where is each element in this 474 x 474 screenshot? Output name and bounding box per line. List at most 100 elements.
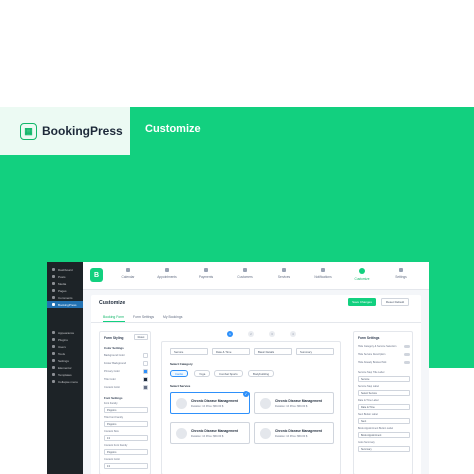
nav-payments[interactable]: Payments [189, 268, 223, 279]
styling-reset-button[interactable]: Reset [134, 334, 148, 340]
service-meta: Duration: 1h Price: $50.00 $ [191, 405, 224, 408]
step-tab-basic-details[interactable]: Basic Details [254, 348, 292, 355]
category-chip[interactable]: Cardio [170, 370, 189, 377]
gear-icon [399, 268, 403, 272]
service-meta: Duration: 1h Price: $50.00 $ [275, 405, 308, 408]
tab-my-bookings[interactable]: My Bookings [163, 315, 182, 319]
service-meta: Duration: 1h Price: $50.00 $ [275, 435, 308, 438]
bookingpress-logo-icon[interactable]: B [90, 268, 103, 282]
color-swatch[interactable] [143, 353, 148, 358]
services-icon [282, 268, 286, 272]
settings-input[interactable]: Next [358, 418, 410, 424]
settings-input[interactable]: Service [358, 376, 410, 382]
step-indicator[interactable]: 1 [227, 331, 233, 337]
content-color-select[interactable]: 13 [104, 463, 148, 469]
wp-menu-item[interactable]: Templates [47, 371, 83, 378]
content-size-select[interactable]: 13 [104, 435, 148, 441]
nav-appointments[interactable]: Appointments [150, 268, 184, 279]
wp-menu-item[interactable]: Tools [47, 350, 83, 357]
wp-menu-item[interactable]: Media [47, 280, 83, 287]
color-swatch[interactable] [143, 377, 148, 382]
wp-menu-item[interactable]: Pages [47, 287, 83, 294]
wp-menu-item[interactable]: Dashboard [47, 266, 83, 273]
service-name: Chronic Disease Management [191, 429, 238, 433]
calendar-icon [126, 268, 130, 272]
color-swatch[interactable] [143, 361, 148, 366]
service-name: Chronic Disease Management [191, 399, 238, 403]
wp-collapse-menu[interactable]: Collapse menu [47, 378, 83, 385]
brand-name: BookingPress [42, 124, 123, 138]
step-tab-service[interactable]: Service [170, 348, 208, 355]
hero-banner: ▦ BookingPress Customize Dashboard Posts… [0, 107, 474, 474]
toggle-switch[interactable] [404, 353, 410, 356]
nav-services[interactable]: Services [267, 268, 301, 279]
wp-menu-item[interactable]: Settings [47, 357, 83, 364]
wp-menu-item-bookingpress[interactable]: BookingPress [47, 301, 83, 308]
wp-menu-item[interactable]: Users [47, 343, 83, 350]
step-indicator[interactable]: 2 [248, 331, 254, 337]
color-swatch[interactable] [143, 369, 148, 374]
service-card[interactable]: Chronic Disease Management Duration: 1h … [254, 422, 334, 444]
field-label: Goto Summary [358, 441, 375, 444]
content-font-select[interactable]: Poppins [104, 449, 148, 455]
nav-settings[interactable]: Settings [384, 268, 418, 279]
nav-calendar[interactable]: Calendar [111, 268, 145, 279]
tab-form-settings[interactable]: Form Settings [133, 315, 154, 319]
banner-heading: Customize [145, 123, 201, 135]
wp-menu-item[interactable]: Posts [47, 273, 83, 280]
mail-icon [321, 268, 325, 272]
nav-customize[interactable]: Customize [345, 268, 379, 281]
service-card[interactable]: Chronic Disease Management Duration: 1h … [170, 391, 250, 414]
appointment-icon [165, 268, 169, 272]
nav-notifications[interactable]: Notifications [306, 268, 340, 279]
step-indicator[interactable]: 3 [269, 331, 275, 337]
settings-toggle-row: Hide Category & Service Selection [358, 345, 410, 348]
field-label: Date & Time Label [358, 399, 379, 402]
step-tab-date-time[interactable]: Date & Time [212, 348, 250, 355]
service-image [260, 428, 271, 439]
field-label: Book Appointment Button Label [358, 427, 394, 430]
service-meta: Duration: 1h Price: $50.00 $ [191, 435, 224, 438]
select-service-label: Select Service [170, 384, 191, 388]
title-font-select[interactable]: Poppins [104, 421, 148, 427]
field-label: Service Step Label [358, 385, 379, 388]
toggle-switch[interactable] [404, 345, 410, 348]
wp-submenu-item[interactable] [47, 308, 83, 315]
service-card[interactable]: Chronic Disease Management Duration: 1h … [170, 422, 250, 444]
color-row: Title Color [104, 377, 148, 382]
category-chip[interactable]: Combat Sports [214, 370, 243, 377]
toggle-switch[interactable] [404, 361, 410, 364]
step-tab-summary[interactable]: Summary [296, 348, 334, 355]
settings-input[interactable]: Book Appointment [358, 432, 410, 438]
service-image [260, 398, 271, 409]
color-swatch[interactable] [143, 385, 148, 390]
category-chip[interactable]: Yoga [194, 370, 211, 377]
step-indicator[interactable]: 4 [290, 331, 296, 337]
settings-input[interactable]: Summary [358, 446, 410, 452]
service-card[interactable]: Chronic Disease Management Duration: 1h … [254, 392, 334, 414]
wp-menu-item[interactable]: Appearance [47, 329, 83, 336]
nav-customers[interactable]: Customers [228, 268, 262, 279]
settings-input[interactable]: Date & Time [358, 404, 410, 410]
bookingpress-top-nav: B Calendar Appointments Payments Custome… [83, 262, 429, 290]
settings-toggle-row: Hide Already Booked Slot [358, 361, 410, 364]
reset-default-button[interactable]: Reset Default [381, 298, 409, 306]
category-chip[interactable]: Bodybuilding [248, 370, 275, 377]
pin-icon [52, 275, 55, 278]
wp-admin-sidebar: Dashboard Posts Media Pages Comments Boo… [47, 262, 83, 474]
title-font-label: Title Font Family [104, 416, 124, 419]
font-family-select[interactable]: Poppins [104, 407, 148, 413]
dashboard-icon [52, 268, 55, 271]
wp-menu-item[interactable]: Comments [47, 294, 83, 301]
service-image [176, 428, 187, 439]
wp-submenu-item[interactable] [47, 315, 83, 322]
select-category-label: Select Category [170, 362, 193, 366]
settings-input[interactable]: Select Service [358, 390, 410, 396]
save-changes-button[interactable]: Save Changes [348, 298, 376, 306]
wp-submenu-item[interactable] [47, 322, 83, 329]
wp-menu-item[interactable]: Plugins [47, 336, 83, 343]
tab-booking-form[interactable]: Booking Form [103, 315, 124, 319]
wp-menu-item[interactable]: Elementor [47, 364, 83, 371]
brand-logo-panel: ▦ BookingPress [0, 107, 130, 155]
customize-card: Customize Save Changes Reset Default Boo… [91, 295, 421, 474]
